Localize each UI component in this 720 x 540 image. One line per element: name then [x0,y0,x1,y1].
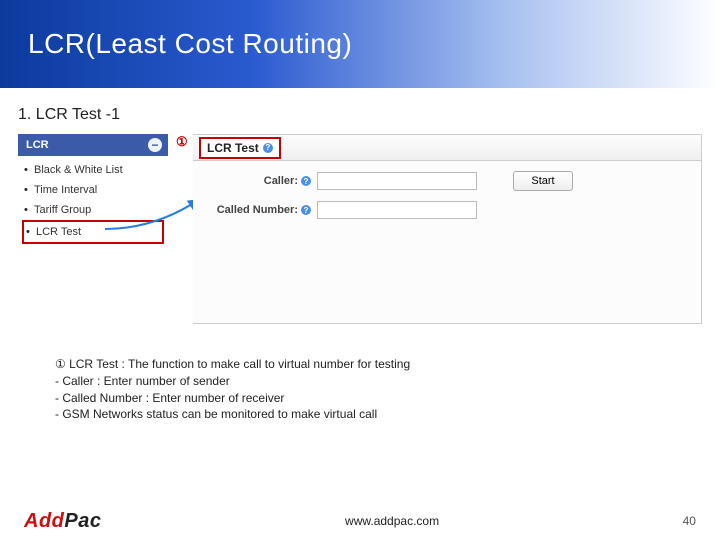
description-block: ① LCR Test : The function to make call t… [55,356,665,423]
called-number-input[interactable] [317,201,477,219]
desc-line-2: - Caller : Enter number of sender [55,373,665,390]
title-bar: LCR(Least Cost Routing) [0,0,720,88]
brand-logo: AddPac [24,510,101,533]
form-row-called: Called Number: ? [193,191,701,219]
collapse-icon[interactable]: − [148,138,162,152]
start-button[interactable]: Start [513,171,573,191]
brand-part-a: Add [24,510,64,532]
help-icon[interactable]: ? [301,176,311,186]
sidebar-title: LCR [26,139,49,151]
brand-part-b: Pac [64,510,101,532]
sidebar-header[interactable]: LCR − [18,134,168,156]
desc-line-3: - Called Number : Enter number of receiv… [55,390,665,407]
panel-title-chip: LCR Test ? [199,137,281,159]
form-row-caller: Caller: ? Start [193,161,701,191]
called-label: Called Number: ? [211,204,311,216]
page-title: LCR(Least Cost Routing) [28,28,352,60]
panel-header: LCR Test ? [193,135,701,161]
footer-url: www.addpac.com [345,514,439,528]
panel-title: LCR Test [207,141,259,155]
caller-input[interactable] [317,172,477,190]
lcr-sidebar: LCR − Black & White List Time Interval T… [18,134,168,252]
screenshot-area: LCR − Black & White List Time Interval T… [18,134,702,324]
main-panel: LCR Test ? Caller: ? Start Called Number… [193,134,702,324]
help-icon[interactable]: ? [301,205,311,215]
help-icon[interactable]: ? [263,143,273,153]
footer: AddPac www.addpac.com 40 [0,502,720,540]
section-heading: 1. LCR Test -1 [18,106,720,124]
callout-number-1: ① [176,134,188,150]
desc-line-4: - GSM Networks status can be monitored t… [55,406,665,423]
page-number: 40 [683,514,696,528]
caller-label: Caller: ? [211,175,311,187]
sidebar-item-bwlist[interactable]: Black & White List [22,160,164,180]
desc-line-1: ① LCR Test : The function to make call t… [55,356,665,373]
